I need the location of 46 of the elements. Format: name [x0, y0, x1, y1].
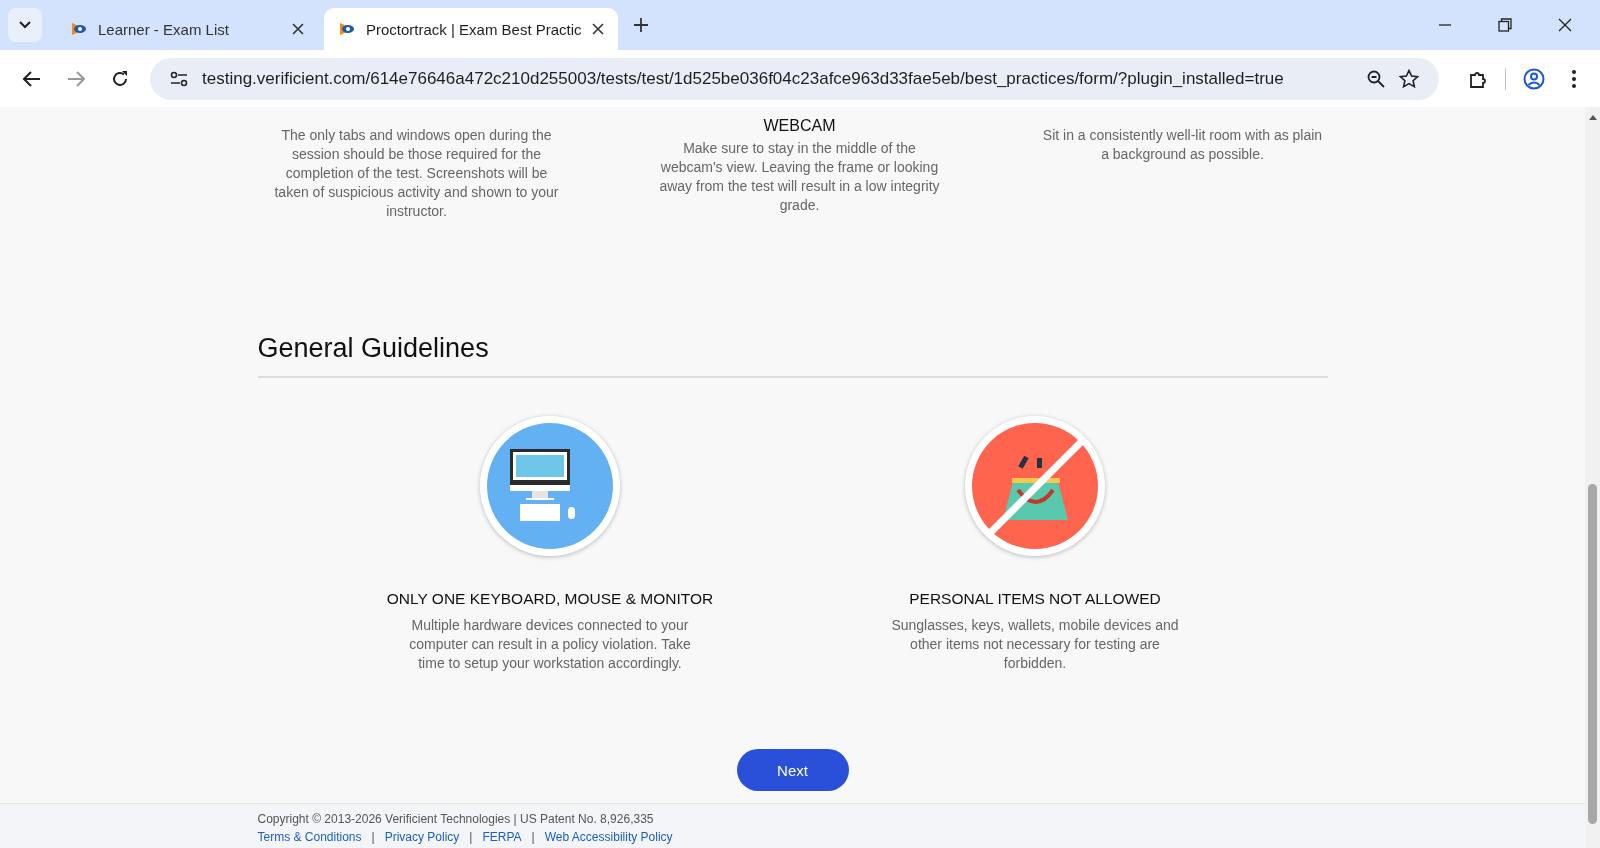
computer-icon: [478, 414, 622, 558]
section-heading: General Guidelines: [257, 333, 490, 365]
zoom-icon[interactable]: [1367, 69, 1385, 88]
url-text: testing.verificient.com/614e76646a472c210d255003/tests/test/1d525be036f04c23afce963d33fae5eb/best_practices/form/?plugin_installed=true: [202, 68, 1285, 89]
guideline-heading: ONLY ONE KEYBOARD, MOUSE & MONITOR: [386, 590, 714, 608]
guideline-description: Sunglasses, keys, wallets, mobile devices and other items not necessary for testing are forbidden.: [890, 616, 1180, 673]
restore-icon[interactable]: [1498, 18, 1512, 32]
link-separator: |: [531, 830, 535, 844]
tab-title: Learner - Exam List: [98, 20, 230, 38]
close-icon[interactable]: [591, 23, 604, 35]
footer-link[interactable]: Terms & Conditions: [257, 830, 362, 844]
back-icon[interactable]: [23, 69, 41, 88]
close-icon[interactable]: [1558, 18, 1572, 32]
practice-heading: WEBCAM: [762, 117, 837, 135]
tab-title: Proctortrack | Exam Best Practic: [366, 20, 582, 38]
bookmark-star-icon[interactable]: [1399, 68, 1419, 89]
browser-tab[interactable]: Proctortrack | Exam Best Practic: [324, 8, 618, 50]
profile-icon[interactable]: [1523, 67, 1545, 90]
footer-link[interactable]: Web Accessibility Policy: [544, 830, 673, 844]
scrollbar[interactable]: [1585, 107, 1600, 848]
browser-tab[interactable]: Learner - Exam List: [56, 8, 318, 50]
guideline-heading: PERSONAL ITEMS NOT ALLOWED: [909, 590, 1161, 608]
menu-icon[interactable]: [1571, 68, 1577, 89]
new-tab-icon[interactable]: [633, 18, 648, 32]
practice-description: The only tabs and windows open during the session should be those required for the completion of the test. Screenshots will be taken of suspicious activity and shown to your instructor.: [273, 126, 560, 221]
close-icon[interactable]: [292, 23, 304, 35]
link-separator: |: [371, 830, 375, 844]
footer-link[interactable]: FERPA: [482, 830, 522, 844]
scroll-up-icon[interactable]: [1588, 115, 1597, 120]
scrollbar-thumb[interactable]: [1588, 484, 1597, 824]
address-bar[interactable]: testing.verificient.com/614e76646a472c210d255003/tests/test/1d525be036f04c23afce963d33fae5eb/best_practices/form/?plugin_installed=true: [150, 57, 1439, 100]
guideline-description: Multiple hardware devices connected to your computer can result in a policy violation. Take time to setup your workstation accordingly.: [408, 616, 692, 673]
no-bag-icon: [963, 414, 1107, 558]
practice-description: Make sure to stay in the middle of the webcam's view. Leaving the frame or looking away from the test will result in a low integrity grade.: [658, 139, 941, 215]
eye-logo-icon: [338, 20, 356, 38]
link-separator: |: [469, 830, 473, 844]
tab-search-button[interactable]: [8, 8, 42, 42]
site-settings-icon[interactable]: [170, 70, 188, 87]
forward-icon[interactable]: [67, 69, 85, 88]
practice-description: Sit in a consistently well-lit room with as plain a background as possible.: [1041, 126, 1324, 164]
footer-link[interactable]: Privacy Policy: [384, 830, 460, 844]
next-button[interactable]: Next: [736, 749, 849, 791]
reload-icon[interactable]: [111, 69, 129, 88]
eye-logo-icon: [70, 20, 88, 38]
copyright-text: Copyright © 2013-2026 Verificient Technologies | US Patent No. 8,926,335: [257, 812, 655, 826]
caret-icon: [19, 21, 31, 29]
